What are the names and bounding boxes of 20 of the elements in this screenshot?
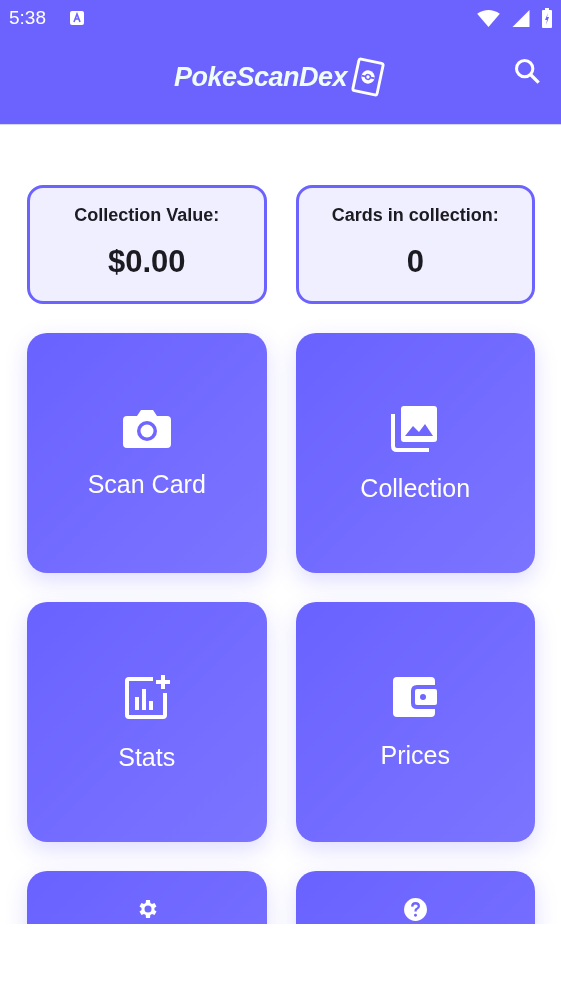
status-time: 5:38 xyxy=(9,7,46,29)
wifi-icon xyxy=(477,9,500,27)
menu-tile[interactable]: Prices xyxy=(295,602,535,842)
stat-value: 0 xyxy=(406,244,424,280)
app-logo-text: PokeScanDex xyxy=(173,61,348,93)
battery-icon xyxy=(542,8,552,28)
card-icon xyxy=(349,57,388,97)
stat-value: $0.00 xyxy=(107,244,186,280)
stat-label: Collection Value: xyxy=(74,205,220,226)
image-stack-icon xyxy=(391,403,440,452)
menu-tile[interactable]: Stats xyxy=(27,602,267,842)
notification-icon xyxy=(70,11,84,25)
camera-icon xyxy=(122,407,171,448)
menu-tile[interactable]: Scan Card xyxy=(27,333,267,573)
signal-icon xyxy=(512,9,530,27)
wallet-icon xyxy=(391,674,440,719)
menu-tile[interactable]: Collection xyxy=(295,333,535,573)
stat-label: Cards in collection: xyxy=(331,205,499,226)
help-icon xyxy=(402,897,428,922)
chart-add-icon xyxy=(122,672,171,721)
